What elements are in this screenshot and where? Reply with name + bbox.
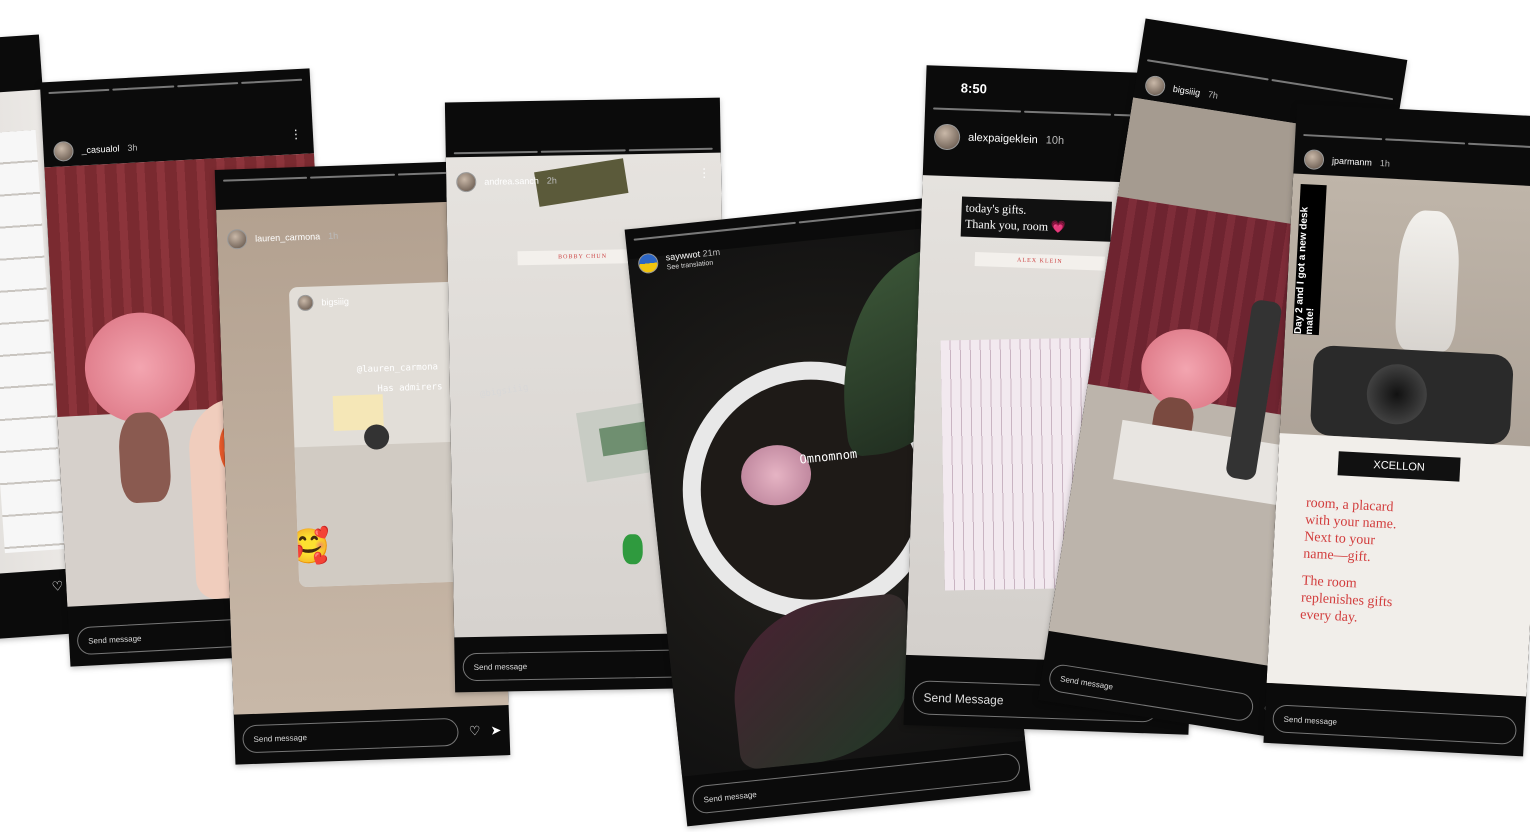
- progress-bar: [1303, 134, 1530, 149]
- timestamp: 2h: [546, 175, 557, 186]
- penguin-figurine: [1394, 209, 1462, 353]
- vertical-story-text: Day 2 and I got a new desk mate!: [1292, 183, 1327, 336]
- name-placard: ALEX KLEIN: [974, 252, 1106, 271]
- story-header: alexpaigeklein 10h: [933, 123, 1065, 155]
- username[interactable]: _casualol: [81, 143, 120, 155]
- caption-text: Has admirers: [377, 382, 443, 395]
- heart-icon[interactable]: ♡: [469, 723, 481, 739]
- status-bar-time: 8:50: [960, 80, 988, 97]
- avatar[interactable]: [1303, 149, 1325, 171]
- progress-bar: [223, 170, 482, 182]
- send-message-input[interactable]: Send message: [242, 717, 460, 754]
- avatar[interactable]: [456, 171, 477, 193]
- username[interactable]: bigsiiig: [1172, 84, 1201, 98]
- avatar[interactable]: [933, 123, 961, 151]
- username[interactable]: alexpaigeklein: [968, 132, 1038, 146]
- story-header: _casualol 3h: [53, 137, 138, 162]
- story-text-1: today's gifts.: [965, 200, 1027, 217]
- username[interactable]: jparmanm: [1332, 156, 1372, 168]
- more-options-icon[interactable]: ⋮: [698, 166, 709, 180]
- send-message-input[interactable]: Send message: [1271, 704, 1518, 745]
- username[interactable]: andrea.sanch: [484, 176, 539, 187]
- poster-text: room, a placard with your name. Next to …: [1299, 495, 1397, 626]
- story-footer: Send message: [1271, 703, 1518, 746]
- share-icon[interactable]: ➤: [490, 722, 501, 738]
- timestamp: 1h: [1379, 158, 1391, 169]
- tag-caption[interactable]: @bigsiiig: [479, 383, 529, 401]
- story-header: jparmanm 1h: [1303, 149, 1391, 173]
- timestamp: 1h: [327, 230, 339, 242]
- avatar[interactable]: [226, 228, 248, 250]
- avatar[interactable]: [637, 252, 660, 275]
- timestamp: 21m: [701, 246, 721, 259]
- story-footer: Send message ♡ ➤: [242, 715, 502, 754]
- heart-icon[interactable]: ♡: [51, 578, 64, 595]
- reshared-username[interactable]: bigsiiig: [321, 296, 349, 307]
- story-header: andrea.sanch 2h: [456, 171, 557, 193]
- story-photo: XCELLON room, a placard with your name. …: [1266, 173, 1530, 697]
- avatar[interactable]: [1143, 74, 1167, 98]
- mention-caption[interactable]: @lauren_carmona: [357, 362, 439, 375]
- timestamp: 3h: [127, 142, 138, 153]
- username[interactable]: lauren_carmona: [255, 231, 320, 243]
- more-options-icon[interactable]: ⋮: [290, 127, 302, 142]
- progress-bar: [48, 78, 303, 95]
- story-card-8[interactable]: jparmanm 1h XCELLON room, a placard with…: [1263, 103, 1530, 757]
- timestamp: 10h: [1045, 134, 1065, 148]
- avatar[interactable]: [53, 140, 75, 162]
- story-header: lauren_carmona 1h: [226, 226, 339, 250]
- timestamp: 7h: [1207, 89, 1219, 101]
